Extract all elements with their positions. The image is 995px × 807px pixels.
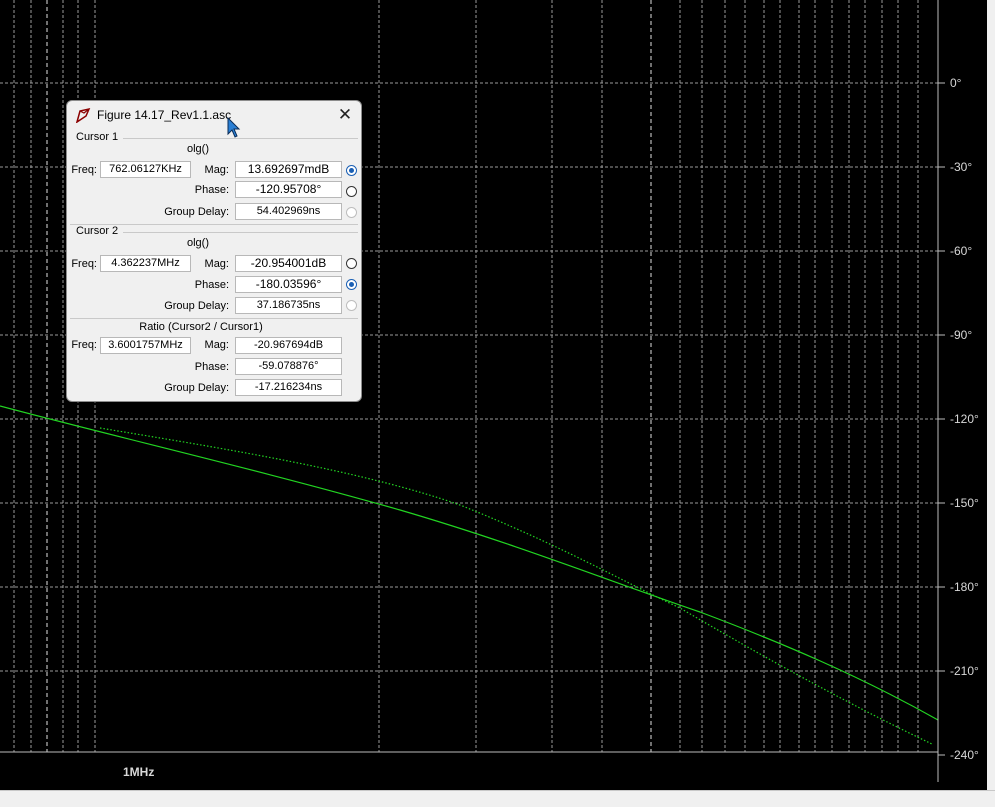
ratio-phase-label: Phase:	[194, 361, 229, 373]
cursor2-phase-field[interactable]: -180.03596°	[235, 276, 342, 293]
window-right-edge	[987, 0, 995, 790]
cursor-dialog[interactable]: Figure 14.17_Rev1.1.asc ✕ Cursor 1 olg()…	[66, 100, 362, 402]
cursor1-group-delay-radio[interactable]	[346, 207, 357, 218]
cursor1-mag-radio[interactable]	[346, 165, 357, 176]
dialog-title: Figure 14.17_Rev1.1.asc	[97, 108, 232, 122]
dialog-titlebar[interactable]: Figure 14.17_Rev1.1.asc ✕	[67, 101, 361, 129]
cursor1-trace-name: olg()	[186, 143, 209, 155]
status-bar	[0, 790, 995, 807]
cursor2-phase-radio[interactable]	[346, 279, 357, 290]
cursor2-freq-label: Freq:	[71, 258, 97, 270]
ratio-freq-label: Freq:	[71, 339, 97, 351]
cursor1-freq-field[interactable]: 762.06127KHz	[100, 161, 191, 178]
cursor1-group-delay-field[interactable]: 54.402969ns	[235, 203, 342, 220]
ratio-section-title: Ratio (Cursor2 / Cursor1)	[139, 321, 263, 333]
cursor2-group-delay-label: Group Delay:	[164, 300, 229, 312]
cursor2-divider	[123, 232, 358, 233]
ratio-group-delay-label: Group Delay:	[164, 382, 229, 394]
cursor2-freq-field[interactable]: 4.362237MHz	[100, 255, 191, 272]
freq-tick-label: 1MHz	[123, 765, 154, 779]
cursor1-mag-label: Mag:	[204, 164, 229, 176]
ratio-top-divider	[70, 318, 358, 319]
phase-tick-label: -240°	[950, 748, 979, 762]
plot-bottom-strip	[0, 782, 995, 790]
ratio-mag-field[interactable]: -20.967694dB	[235, 337, 342, 354]
cursor2-mag-label: Mag:	[204, 258, 229, 270]
cursor1-mag-field[interactable]: 13.692697mdB	[235, 161, 342, 178]
phase-tick-label: 0°	[950, 76, 962, 90]
cursor2-mag-field[interactable]: -20.954001dB	[235, 255, 342, 272]
cursor1-section-title: Cursor 1	[76, 131, 119, 143]
ratio-group-delay-field[interactable]: -17.216234ns	[235, 379, 342, 396]
ltspice-probe-icon	[75, 107, 91, 123]
ratio-mag-label: Mag:	[204, 339, 229, 351]
phase-tick-label: -120°	[950, 412, 979, 426]
ratio-phase-field[interactable]: -59.078876°	[235, 358, 342, 375]
phase-tick-label: -210°	[950, 664, 979, 678]
cursor1-phase-field[interactable]: -120.95708°	[235, 181, 342, 198]
close-button[interactable]: ✕	[335, 105, 355, 125]
cursor2-section-title: Cursor 2	[76, 225, 119, 237]
cursor2-group-delay-radio[interactable]	[346, 300, 357, 311]
cursor1-phase-label: Phase:	[194, 184, 229, 196]
cursor2-group-delay-field[interactable]: 37.186735ns	[235, 297, 342, 314]
cursor1-phase-radio[interactable]	[346, 186, 357, 197]
mouse-pointer-icon	[227, 117, 241, 138]
cursor2-phase-label: Phase:	[194, 279, 229, 291]
cursor2-mag-radio[interactable]	[346, 258, 357, 269]
cursor1-freq-label: Freq:	[71, 164, 97, 176]
phase-tick-label: -60°	[950, 244, 972, 258]
ratio-freq-field[interactable]: 3.6001757MHz	[100, 337, 191, 354]
phase-tick-label: -150°	[950, 496, 979, 510]
cursor2-trace-name: olg()	[186, 237, 209, 249]
cursor1-group-delay-label: Group Delay:	[164, 206, 229, 218]
phase-tick-label: -90°	[950, 328, 972, 342]
phase-tick-label: -180°	[950, 580, 979, 594]
phase-tick-label: -30°	[950, 160, 972, 174]
